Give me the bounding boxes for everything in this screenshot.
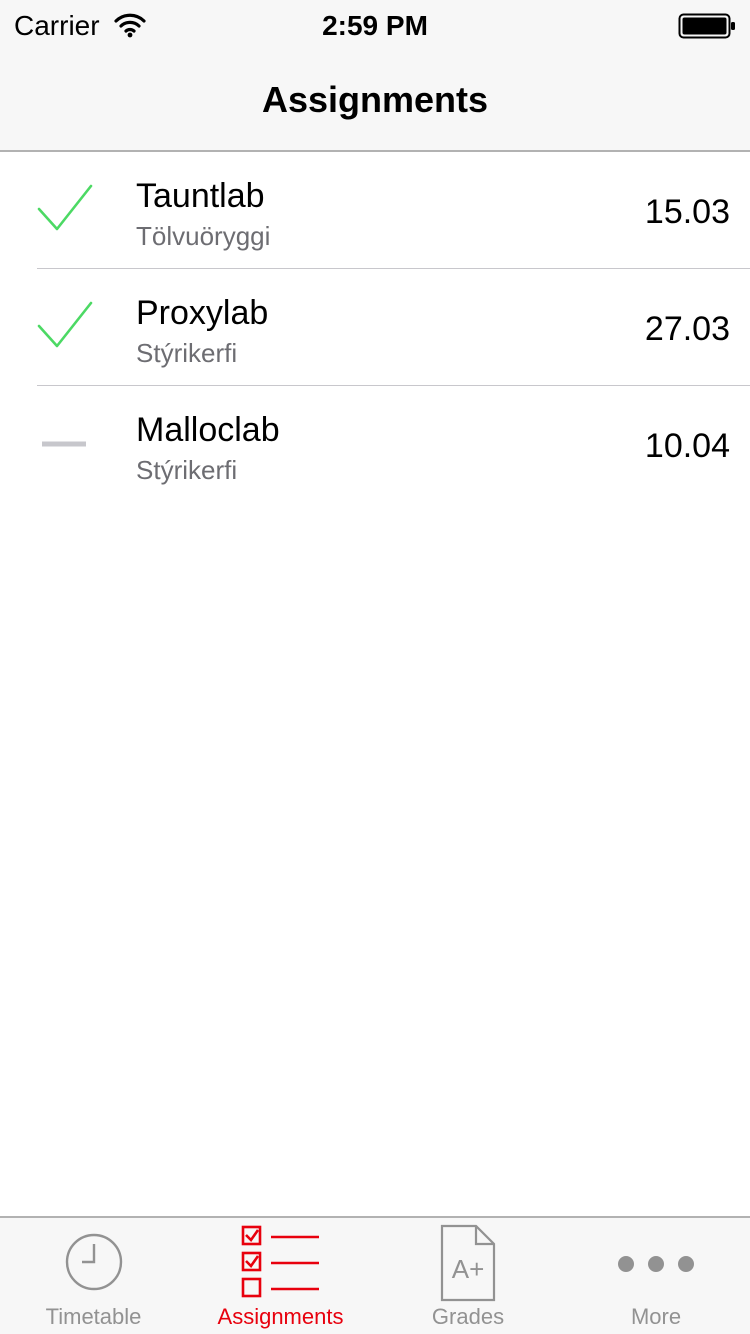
tab-assignments[interactable]: Assignments bbox=[187, 1218, 374, 1334]
more-dots-icon bbox=[618, 1256, 694, 1272]
assignment-due-date: 27.03 bbox=[644, 310, 730, 348]
assignment-course: Tölvuöryggi bbox=[136, 221, 271, 251]
page-title: Assignments bbox=[261, 79, 489, 120]
tab-label: Assignments bbox=[217, 1304, 344, 1329]
tab-timetable[interactable]: Timetable bbox=[0, 1218, 187, 1334]
clock-icon bbox=[65, 1233, 122, 1291]
status-bar: Carrier 2:59 PM bbox=[0, 0, 750, 52]
battery-icon bbox=[678, 13, 735, 39]
tab-bar: Timetable Assignments A+ Grades More bbox=[0, 1216, 750, 1334]
assignment-course: Stýrikerfi bbox=[136, 338, 238, 368]
assignment-title: Proxylab bbox=[136, 294, 269, 332]
dash-icon bbox=[42, 441, 86, 447]
assignment-row[interactable]: Tauntlab Tölvuöryggi 15.03 bbox=[0, 152, 750, 269]
assignment-title: Tauntlab bbox=[136, 177, 265, 215]
tab-grades[interactable]: A+ Grades bbox=[374, 1218, 562, 1334]
checkmark-icon bbox=[37, 184, 93, 231]
assignment-title: Malloclab bbox=[136, 411, 280, 449]
checklist-icon bbox=[241, 1225, 319, 1298]
assignment-row[interactable]: Malloclab Stýrikerfi 10.04 bbox=[0, 386, 750, 503]
assignment-due-date: 15.03 bbox=[644, 193, 730, 231]
assignment-list: Tauntlab Tölvuöryggi 15.03 Proxylab Stýr… bbox=[0, 152, 750, 503]
status-time: 2:59 PM bbox=[322, 10, 428, 41]
navigation-bar: Assignments bbox=[0, 52, 750, 152]
svg-text:A+: A+ bbox=[452, 1254, 485, 1284]
tab-label: Timetable bbox=[45, 1304, 142, 1329]
assignment-course: Stýrikerfi bbox=[136, 455, 238, 485]
assignment-due-date: 10.04 bbox=[644, 427, 730, 465]
tab-more[interactable]: More bbox=[562, 1218, 750, 1334]
tab-label: Grades bbox=[431, 1304, 505, 1329]
checkmark-icon bbox=[37, 301, 93, 348]
assignment-row[interactable]: Proxylab Stýrikerfi 27.03 bbox=[0, 269, 750, 386]
tab-label: More bbox=[630, 1304, 682, 1329]
grade-document-icon: A+ bbox=[440, 1224, 496, 1302]
